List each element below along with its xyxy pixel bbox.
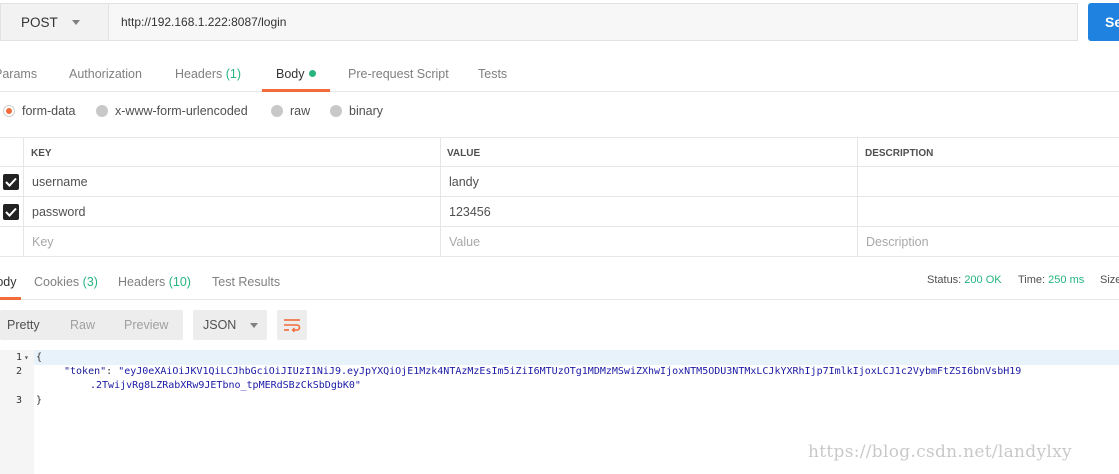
tab-response-headers[interactable]: Headers (10): [118, 262, 191, 300]
table-header: KEY VALUE DESCRIPTION: [0, 137, 1119, 168]
active-line-highlight: [34, 350, 1119, 365]
row-value[interactable]: landy: [449, 167, 479, 197]
size-info: Size: [1100, 274, 1119, 286]
description-placeholder-input[interactable]: Description: [866, 227, 929, 257]
key-placeholder-input[interactable]: Key: [32, 227, 54, 257]
status-badge: 200 OK: [964, 274, 1002, 286]
line-gutter: 1 ▾ 2 3: [0, 350, 34, 474]
column-header-description: DESCRIPTION: [865, 147, 934, 159]
value-placeholder-input[interactable]: Value: [449, 227, 480, 257]
code-line-wrapped: .2TwijvRg8LZRabXRw9JETbno_tpMERdSBzCkSbD…: [90, 380, 361, 391]
method-select[interactable]: POST: [0, 3, 108, 41]
table-row: password 123456: [0, 197, 1119, 227]
row-key[interactable]: username: [32, 167, 88, 197]
line-number: 1: [15, 352, 22, 363]
wrap-lines-icon: [284, 319, 301, 332]
code-line: }: [36, 395, 43, 406]
view-pretty-button[interactable]: Pretty: [7, 310, 40, 340]
row-checkbox[interactable]: [3, 204, 19, 220]
chevron-down-icon: [250, 322, 259, 328]
row-key[interactable]: password: [32, 197, 86, 227]
status-info: Status: 200 OK: [927, 274, 1002, 286]
line-number: 2: [15, 366, 22, 377]
url-input[interactable]: http://192.168.1.222:8087/login: [108, 3, 1078, 41]
tab-tests[interactable]: Tests: [478, 52, 507, 92]
modified-dot-icon: [308, 70, 316, 77]
radio-raw[interactable]: raw: [271, 104, 310, 118]
request-tabs: Params Authorization Headers (1) Body Pr…: [0, 52, 1119, 92]
checkmark-icon: [5, 207, 17, 217]
view-preview-button[interactable]: Preview: [124, 310, 168, 340]
view-raw-button[interactable]: Raw: [70, 310, 95, 340]
line-number: 3: [15, 395, 22, 406]
code-line: "token": "eyJ0eXAiOiJKV1QiLCJhbGciOiJIUz…: [64, 366, 1022, 377]
method-label: POST: [21, 14, 58, 30]
url-text: http://192.168.1.222:8087/login: [121, 15, 287, 29]
url-bar: POST http://192.168.1.222:8087/login Se: [0, 0, 1119, 46]
tab-params[interactable]: Params: [0, 52, 37, 92]
time-value: 250 ms: [1048, 274, 1085, 286]
column-header-key: KEY: [31, 147, 52, 159]
tab-cookies[interactable]: Cookies (3): [34, 262, 98, 300]
row-checkbox[interactable]: [3, 174, 19, 190]
row-value[interactable]: 123456: [449, 197, 491, 227]
checkmark-icon: [5, 177, 17, 187]
tab-test-results[interactable]: Test Results: [212, 262, 280, 300]
form-data-table: KEY VALUE DESCRIPTION username landy pas…: [0, 137, 1119, 257]
wrap-lines-button[interactable]: [277, 310, 307, 340]
radio-icon: [271, 105, 283, 117]
fold-arrow-icon[interactable]: ▾: [24, 353, 29, 362]
radio-form-data[interactable]: form-data: [3, 104, 76, 118]
radio-icon: [96, 105, 108, 117]
tab-authorization[interactable]: Authorization: [69, 52, 142, 92]
tab-pre-request-script[interactable]: Pre-request Script: [348, 52, 449, 92]
format-select[interactable]: JSON: [193, 310, 267, 340]
body-type-options: form-data x-www-form-urlencoded raw bina…: [0, 92, 1119, 136]
response-tabs: Body Cookies (3) Headers (10) Test Resul…: [0, 262, 1119, 300]
code-line: {: [36, 352, 43, 363]
watermark: https://blog.csdn.net/landylxy: [808, 442, 1072, 462]
view-mode-group: Pretty Raw Preview: [0, 310, 183, 340]
radio-x-www-form-urlencoded[interactable]: x-www-form-urlencoded: [96, 104, 248, 118]
tab-body[interactable]: Body: [262, 52, 329, 92]
radio-icon: [330, 105, 342, 117]
tab-response-body[interactable]: Body: [0, 262, 20, 300]
radio-selected-icon: [3, 105, 15, 117]
chevron-down-icon: [71, 19, 80, 25]
radio-binary[interactable]: binary: [330, 104, 383, 118]
send-button[interactable]: Se: [1088, 3, 1119, 41]
table-row: username landy: [0, 167, 1119, 197]
time-info: Time: 250 ms: [1018, 274, 1085, 286]
table-row-empty: Key Value Description: [0, 227, 1119, 257]
column-header-value: VALUE: [447, 147, 481, 159]
tab-headers[interactable]: Headers (1): [175, 52, 241, 92]
